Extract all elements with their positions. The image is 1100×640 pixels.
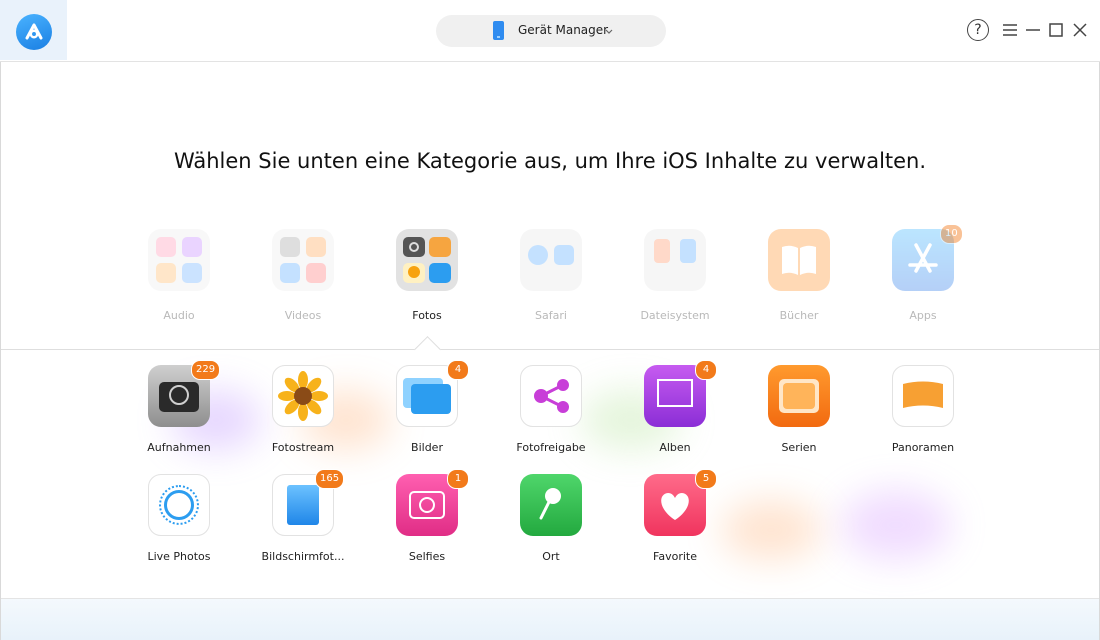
category-label: Fotos <box>412 309 442 322</box>
maximize-icon[interactable] <box>1044 18 1068 42</box>
category-label: Apps <box>909 309 937 322</box>
menu-icon[interactable] <box>998 18 1022 42</box>
category-audio[interactable]: Audio <box>134 229 224 322</box>
minimize-icon[interactable] <box>1021 18 1045 42</box>
category-label: Audio <box>163 309 195 322</box>
audio-icon <box>148 229 210 291</box>
background-blob <box>841 490 951 560</box>
tile-fotostream[interactable]: Fotostream <box>253 365 353 454</box>
category-label: Bücher <box>779 309 819 322</box>
tile-label: Panoramen <box>891 441 955 454</box>
category-safari[interactable]: Safari <box>506 229 596 322</box>
tile-panoramen[interactable]: Panoramen <box>873 365 973 454</box>
category-apps[interactable]: 10 Apps <box>878 224 968 322</box>
iphone-icon <box>493 21 504 40</box>
tile-label: Bilder <box>411 441 443 454</box>
bottom-strip <box>1 598 1099 640</box>
videos-icon <box>272 229 334 291</box>
count-badge: 5 <box>695 469 717 489</box>
category-fotos[interactable]: Fotos <box>382 229 472 322</box>
count-badge: 1 <box>447 469 469 489</box>
location-pin-icon <box>520 474 582 536</box>
sunflower-icon <box>272 365 334 427</box>
burst-icon <box>768 365 830 427</box>
category-dateisystem[interactable]: Dateisystem <box>630 229 720 322</box>
tile-label: Aufnahmen <box>147 441 211 454</box>
tile-alben[interactable]: 4 Alben <box>625 360 725 454</box>
buecher-icon <box>768 229 830 291</box>
panorama-icon <box>892 365 954 427</box>
tile-favorite[interactable]: 5 Favorite <box>625 469 725 563</box>
close-icon[interactable] <box>1068 18 1092 42</box>
category-videos[interactable]: Videos <box>258 229 348 322</box>
tile-label: Ort <box>542 550 560 563</box>
device-selector[interactable]: Gerät Manager <box>436 15 666 47</box>
tile-label: Selfies <box>408 550 446 563</box>
count-badge: 4 <box>447 360 469 380</box>
tile-live-photos[interactable]: Live Photos <box>129 474 229 563</box>
category-label: Safari <box>535 309 567 322</box>
help-icon[interactable]: ? <box>967 19 989 41</box>
tile-fotofreigabe[interactable]: Fotofreigabe <box>501 365 601 454</box>
background-blob <box>721 500 821 560</box>
title-bar: Gerät Manager ? <box>0 0 1100 62</box>
anytrans-logo-icon[interactable] <box>16 14 52 50</box>
tile-label: Alben <box>659 441 691 454</box>
tile-label: Fotostream <box>271 441 335 454</box>
device-selector-label: Gerät Manager <box>518 23 609 37</box>
category-buecher[interactable]: Bücher <box>754 229 844 322</box>
tile-bildschirmfotos[interactable]: 165 Bildschirmfot... <box>253 469 353 563</box>
tile-label: Serien <box>781 441 817 454</box>
live-photos-icon <box>148 474 210 536</box>
tile-label: Fotofreigabe <box>516 441 586 454</box>
tile-label: Favorite <box>653 550 697 563</box>
tile-ort[interactable]: Ort <box>501 474 601 563</box>
tile-aufnahmen[interactable]: 229 Aufnahmen <box>129 360 229 454</box>
tile-serien[interactable]: Serien <box>749 365 849 454</box>
page-heading: Wählen Sie unten eine Kategorie aus, um … <box>173 149 927 173</box>
count-badge: 10 <box>940 224 963 244</box>
count-badge: 4 <box>695 360 717 380</box>
dateisystem-icon <box>644 229 706 291</box>
tile-label: Live Photos <box>147 550 211 563</box>
logo-area <box>0 0 67 60</box>
count-badge: 165 <box>315 469 345 489</box>
share-icon <box>520 365 582 427</box>
tile-bilder[interactable]: 4 Bilder <box>377 360 477 454</box>
tile-selfies[interactable]: 1 Selfies <box>377 469 477 563</box>
chevron-down-icon <box>605 29 613 34</box>
tile-label: Bildschirmfot... <box>261 550 345 563</box>
fotos-icon <box>396 229 458 291</box>
count-badge: 229 <box>191 360 221 380</box>
category-label: Dateisystem <box>640 309 710 322</box>
safari-icon <box>520 229 582 291</box>
category-label: Videos <box>284 309 322 322</box>
